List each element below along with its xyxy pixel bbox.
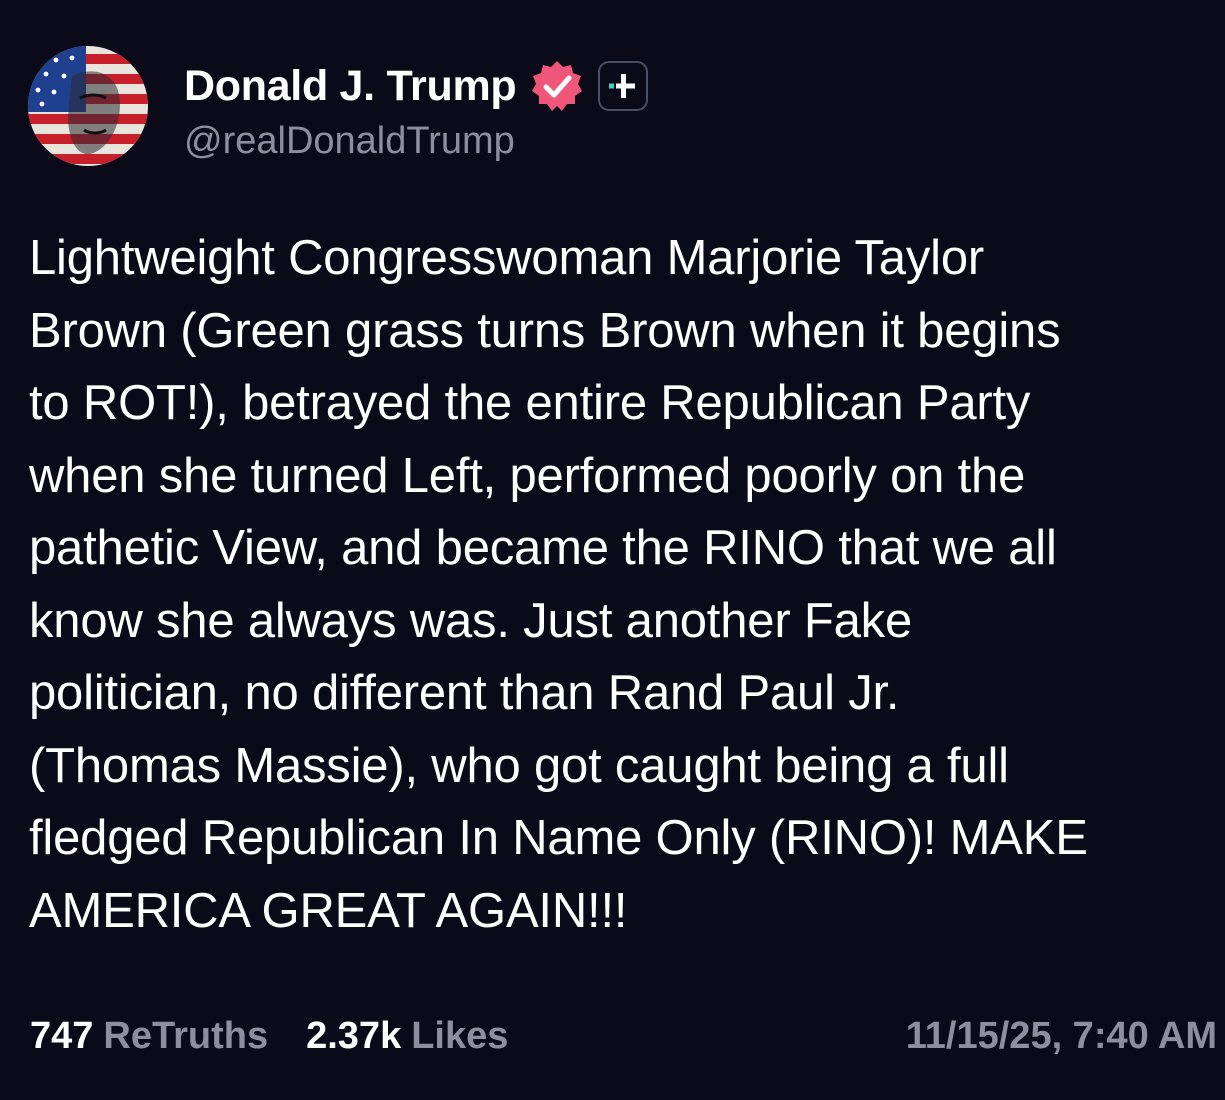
post-body-line: Brown (Green grass turns Brown when it b… — [29, 303, 1061, 358]
post-body-line: fledged Republican In Name Only (RINO)! … — [29, 811, 1088, 865]
likes-count: 2.37k — [306, 1014, 402, 1057]
post-body-line: Lightweight Congresswoman Marjorie Taylo… — [29, 231, 985, 285]
author-handle[interactable]: @realDonaldTrump — [184, 120, 515, 163]
post-body-line: when she turned Left, performed poorly o… — [29, 448, 1026, 503]
post-stats: 747 ReTruths 2.37k Likes — [30, 1012, 546, 1060]
post-body-line: to ROT!), betrayed the entire Republican… — [29, 376, 1031, 430]
truth-post: Donald J. Trump @realDonaldTrump Lightwe… — [0, 0, 1225, 1100]
verified-badge-icon — [530, 59, 584, 113]
author-display-name[interactable]: Donald J. Trump — [184, 62, 517, 111]
retruths-count: 747 — [30, 1014, 94, 1057]
retruths-stat[interactable]: 747 ReTruths — [30, 1015, 268, 1058]
post-body-line: AMERICA GREAT AGAIN!!! — [29, 883, 628, 938]
likes-label: Likes — [411, 1014, 509, 1057]
post-body-line: pathetic View, and became the RINO that … — [29, 521, 1057, 575]
post-timestamp[interactable]: 11/15/25, 7:40 AM — [906, 1012, 1217, 1060]
retruths-label: ReTruths — [103, 1014, 269, 1057]
flag-portrait-avatar-icon — [28, 46, 148, 166]
post-body: Lightweight Congresswoman Marjorie Taylo… — [29, 222, 1189, 947]
plus-badge-icon — [598, 61, 649, 111]
author-name-row: Donald J. Trump — [184, 56, 649, 116]
post-body-line: know she always was. Just another Fake — [29, 593, 912, 648]
post-body-line: politician, no different than Rand Paul … — [29, 666, 900, 720]
likes-stat[interactable]: 2.37k Likes — [306, 1015, 508, 1058]
author-avatar[interactable] — [28, 46, 148, 166]
post-body-line: (Thomas Massie), who got caught being a … — [29, 738, 1009, 793]
